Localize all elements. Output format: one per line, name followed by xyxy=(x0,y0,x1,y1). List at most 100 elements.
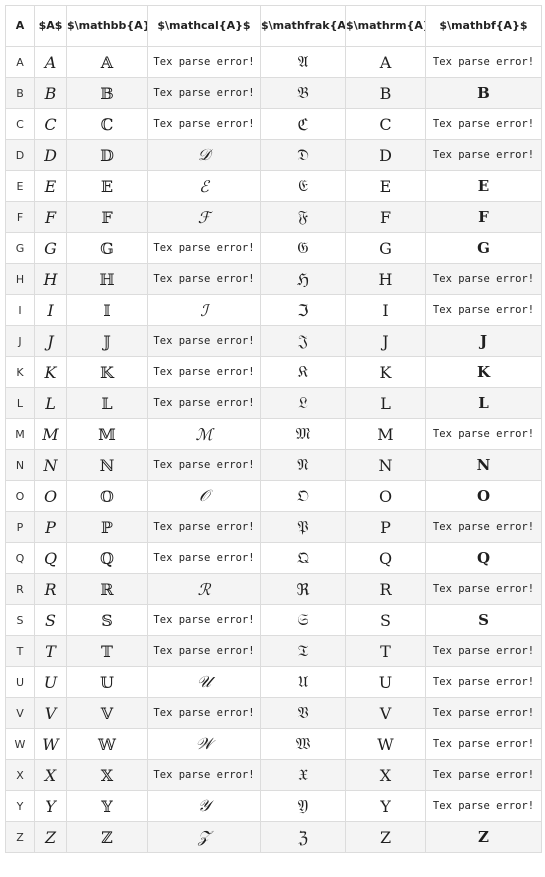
header-mathfrak: $\mathfrak{A}$ xyxy=(260,5,346,47)
mathbb-cell: ℤ xyxy=(66,821,148,853)
mathcal-cell: Tex parse error! xyxy=(147,325,261,357)
mathrm-cell: A xyxy=(345,46,426,78)
mathrm-cell: D xyxy=(345,139,426,171)
letter-cell: F xyxy=(5,201,35,233)
table-row: T 𝑇 𝕋 Tex parse error! 𝔗 T Tex parse error! xyxy=(5,635,542,667)
table-row: N 𝑁 ℕ Tex parse error! 𝔑 N N xyxy=(5,449,542,481)
table-row: D 𝐷 𝔻 𝒟 𝔇 D Tex parse error! xyxy=(5,139,542,171)
mathbb-cell: 𝔸 xyxy=(66,46,148,78)
table-row: I 𝐼 𝕀 ℐ ℑ I Tex parse error! xyxy=(5,294,542,326)
italic-cell: 𝑅 xyxy=(34,573,67,605)
mathrm-cell: U xyxy=(345,666,426,698)
mathbb-cell: ℝ xyxy=(66,573,148,605)
letter-cell: L xyxy=(5,387,35,419)
mathbf-cell: Tex parse error! xyxy=(425,263,542,295)
table-row: J 𝐽 𝕁 Tex parse error! 𝔍 J J xyxy=(5,325,542,357)
mathrm-cell: V xyxy=(345,697,426,729)
letter-cell: M xyxy=(5,418,35,450)
table-row: H 𝐻 ℍ Tex parse error! ℌ H Tex parse error! xyxy=(5,263,542,295)
mathfrak-cell: 𝔍 xyxy=(260,325,346,357)
italic-cell: 𝑂 xyxy=(34,480,67,512)
mathcal-cell: Tex parse error! xyxy=(147,232,261,264)
mathcal-cell: ℛ xyxy=(147,573,261,605)
mathbb-cell: 𝕏 xyxy=(66,759,148,791)
header-mathcal: $\mathcal{A}$ xyxy=(147,5,261,47)
mathcal-cell: Tex parse error! xyxy=(147,604,261,636)
mathfrak-cell: 𝔉 xyxy=(260,201,346,233)
mathbb-cell: 𝔹 xyxy=(66,77,148,109)
mathcal-cell: Tex parse error! xyxy=(147,542,261,574)
italic-cell: 𝐽 xyxy=(34,325,67,357)
table-row: V 𝑉 𝕍 Tex parse error! 𝔙 V Tex parse error! xyxy=(5,697,542,729)
mathbb-cell: 𝕁 xyxy=(66,325,148,357)
italic-cell: 𝐾 xyxy=(34,356,67,388)
table-row: C 𝐶 ℂ Tex parse error! ℭ C Tex parse error! xyxy=(5,108,542,140)
mathrm-cell: C xyxy=(345,108,426,140)
mathbf-cell: N xyxy=(425,449,542,481)
mathrm-cell: Y xyxy=(345,790,426,822)
mathcal-cell: Tex parse error! xyxy=(147,635,261,667)
italic-cell: 𝐸 xyxy=(34,170,67,202)
italic-cell: 𝐻 xyxy=(34,263,67,295)
mathbf-cell: Tex parse error! xyxy=(425,666,542,698)
mathrm-cell: B xyxy=(345,77,426,109)
letter-cell: K xyxy=(5,356,35,388)
italic-cell: 𝑁 xyxy=(34,449,67,481)
mathfrak-cell: ℌ xyxy=(260,263,346,295)
letter-cell: B xyxy=(5,77,35,109)
letter-cell: N xyxy=(5,449,35,481)
mathcal-cell: 𝒲 xyxy=(147,728,261,760)
letter-cell: V xyxy=(5,697,35,729)
italic-cell: 𝐴 xyxy=(34,46,67,78)
mathbf-cell: Tex parse error! xyxy=(425,759,542,791)
mathrm-cell: W xyxy=(345,728,426,760)
table-row: K 𝐾 𝕂 Tex parse error! 𝔎 K K xyxy=(5,356,542,388)
mathrm-cell: M xyxy=(345,418,426,450)
mathbb-cell: 𝕃 xyxy=(66,387,148,419)
table-row: M 𝑀 𝕄 ℳ 𝔐 M Tex parse error! xyxy=(5,418,542,450)
mathfrak-cell: 𝔘 xyxy=(260,666,346,698)
mathbb-cell: ℕ xyxy=(66,449,148,481)
mathrm-cell: J xyxy=(345,325,426,357)
letter-cell: X xyxy=(5,759,35,791)
mathfrak-cell: 𝔑 xyxy=(260,449,346,481)
italic-cell: 𝑆 xyxy=(34,604,67,636)
letter-cell: S xyxy=(5,604,35,636)
italic-cell: 𝑄 xyxy=(34,542,67,574)
letter-cell: T xyxy=(5,635,35,667)
mathfrak-cell: 𝔈 xyxy=(260,170,346,202)
mathrm-cell: N xyxy=(345,449,426,481)
mathrm-cell: I xyxy=(345,294,426,326)
table-row: A 𝐴 𝔸 Tex parse error! 𝔄 A Tex parse error! xyxy=(5,46,542,78)
table-row: P 𝑃 ℙ Tex parse error! 𝔓 P Tex parse error! xyxy=(5,511,542,543)
mathcal-cell: Tex parse error! xyxy=(147,77,261,109)
table-row: R 𝑅 ℝ ℛ ℜ R Tex parse error! xyxy=(5,573,542,605)
mathcal-cell: Tex parse error! xyxy=(147,263,261,295)
mathbb-cell: 𝕐 xyxy=(66,790,148,822)
mathbf-cell: F xyxy=(425,201,542,233)
mathrm-cell: K xyxy=(345,356,426,388)
mathcal-cell: Tex parse error! xyxy=(147,759,261,791)
mathfrak-cell: 𝔔 xyxy=(260,542,346,574)
letter-cell: G xyxy=(5,232,35,264)
mathbf-cell: Tex parse error! xyxy=(425,46,542,78)
header-italic: $A$ xyxy=(34,5,67,47)
mathbf-cell: Tex parse error! xyxy=(425,418,542,450)
mathfrak-cell: 𝔗 xyxy=(260,635,346,667)
mathbf-cell: Tex parse error! xyxy=(425,697,542,729)
italic-cell: 𝐶 xyxy=(34,108,67,140)
letter-cell: H xyxy=(5,263,35,295)
mathbb-cell: 𝕋 xyxy=(66,635,148,667)
mathbb-cell: 𝕊 xyxy=(66,604,148,636)
mathcal-cell: ℱ xyxy=(147,201,261,233)
mathfrak-cell: 𝔊 xyxy=(260,232,346,264)
mathrm-cell: F xyxy=(345,201,426,233)
mathcal-cell: Tex parse error! xyxy=(147,511,261,543)
table-row: U 𝑈 𝕌 𝒰 𝔘 U Tex parse error! xyxy=(5,666,542,698)
table-body: A 𝐴 𝔸 Tex parse error! 𝔄 A Tex parse error! B 𝐵 𝔹… xyxy=(5,46,542,853)
mathbf-cell: Tex parse error! xyxy=(425,573,542,605)
mathfrak-cell: 𝔒 xyxy=(260,480,346,512)
mathbf-cell: Tex parse error! xyxy=(425,635,542,667)
mathfrak-cell: ℭ xyxy=(260,108,346,140)
mathbb-cell: 𝔻 xyxy=(66,139,148,171)
